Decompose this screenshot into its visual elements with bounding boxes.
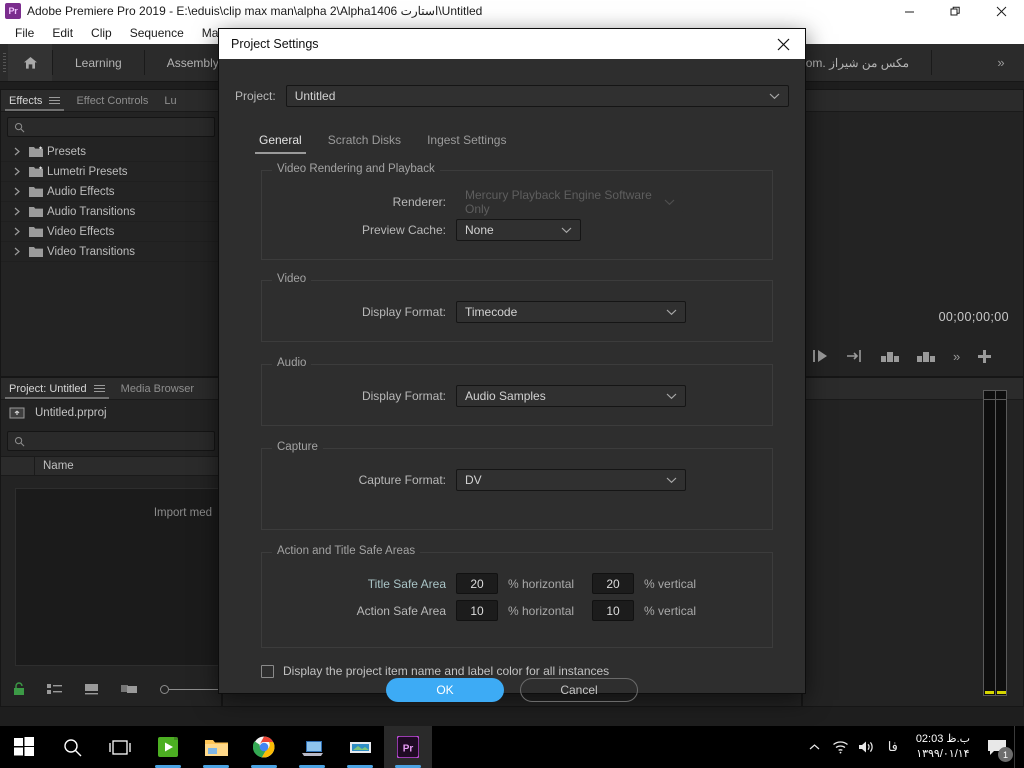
field-label: Preview Cache: bbox=[361, 223, 446, 237]
app-blue-icon[interactable] bbox=[288, 726, 336, 768]
title-safe-horizontal-input[interactable]: 20 bbox=[456, 573, 498, 594]
cancel-button[interactable]: Cancel bbox=[520, 678, 638, 702]
section-safe-areas: Action and Title Safe Areas Title Safe A… bbox=[261, 545, 773, 648]
clock[interactable]: 02:03 ب.ظ ۱۳۹۹/۰۱/۱۴ bbox=[906, 732, 980, 762]
section-legend: Video Rendering and Playback bbox=[272, 163, 440, 175]
clock-time: 02:03 ب.ظ bbox=[915, 733, 970, 746]
dialog-body: Project: Untitled General Scratch Disks … bbox=[219, 59, 805, 678]
media-player-icon[interactable] bbox=[144, 726, 192, 768]
action-safe-vertical-unit: % vertical bbox=[644, 603, 697, 618]
dialog-footer: OK Cancel bbox=[219, 678, 805, 702]
field-label: Capture Format: bbox=[358, 473, 446, 487]
field-audio-display-format: Display Format: Audio Samples bbox=[274, 385, 760, 407]
dialog-title-bar: Project Settings bbox=[219, 29, 805, 59]
chevron-down-icon bbox=[769, 93, 780, 100]
project-settings-dialog: Project Settings Project: Untitled Gener… bbox=[218, 28, 806, 702]
file-explorer-icon[interactable] bbox=[192, 726, 240, 768]
svg-text:Pr: Pr bbox=[403, 744, 414, 755]
audio-display-format-select[interactable]: Audio Samples bbox=[456, 385, 686, 407]
language-indicator[interactable]: فا bbox=[880, 726, 906, 768]
chevron-down-icon bbox=[664, 199, 675, 206]
section-legend: Audio bbox=[272, 357, 312, 369]
project-label: Project: bbox=[235, 89, 276, 103]
section-legend: Action and Title Safe Areas bbox=[272, 545, 421, 557]
premiere-icon[interactable]: Pr bbox=[384, 726, 432, 768]
notification-badge: 1 bbox=[998, 747, 1013, 762]
project-select-value: Untitled bbox=[294, 89, 336, 103]
field-renderer: Renderer: Mercury Playback Engine Softwa… bbox=[274, 188, 760, 216]
search-icon[interactable] bbox=[48, 726, 96, 768]
row-title-safe-area: Title Safe Area 20 % horizontal 20 % ver… bbox=[274, 573, 760, 594]
chevron-up-icon[interactable] bbox=[802, 726, 828, 768]
action-safe-horizontal-unit: % horizontal bbox=[508, 603, 575, 618]
preview-cache-select[interactable]: None bbox=[456, 219, 581, 241]
preview-cache-select-value: None bbox=[465, 223, 494, 237]
section-audio: Audio Display Format: Audio Samples bbox=[261, 357, 773, 426]
app-scanner-icon[interactable] bbox=[336, 726, 384, 768]
tab-ingest-settings[interactable]: Ingest Settings bbox=[417, 129, 516, 154]
renderer-select: Mercury Playback Engine Software Only bbox=[456, 188, 684, 216]
chevron-down-icon bbox=[561, 227, 572, 234]
clock-date: ۱۳۹۹/۰۱/۱۴ bbox=[916, 748, 970, 760]
screen: Pr Adobe Premiere Pro 2019 - E:\eduis\cl… bbox=[0, 0, 1024, 768]
chevron-down-icon bbox=[666, 477, 677, 484]
field-label: Renderer: bbox=[392, 195, 446, 209]
dialog-close-button[interactable] bbox=[769, 31, 797, 57]
capture-format-value: DV bbox=[465, 473, 482, 487]
start-icon[interactable] bbox=[0, 726, 48, 768]
audio-display-format-value: Audio Samples bbox=[465, 389, 546, 403]
renderer-select-value: Mercury Playback Engine Software Only bbox=[465, 188, 652, 216]
dialog-tabs: General Scratch Disks Ingest Settings bbox=[249, 129, 789, 154]
section-capture: Capture Capture Format: DV bbox=[261, 441, 773, 530]
task-view-icon[interactable] bbox=[96, 726, 144, 768]
field-label: Display Format: bbox=[361, 305, 446, 319]
ok-button[interactable]: OK bbox=[386, 678, 504, 702]
action-safe-area-label: Action Safe Area bbox=[356, 603, 446, 618]
field-video-display-format: Display Format: Timecode bbox=[274, 301, 760, 323]
project-select[interactable]: Untitled bbox=[285, 85, 789, 107]
dialog-title: Project Settings bbox=[231, 37, 319, 51]
chrome-icon[interactable] bbox=[240, 726, 288, 768]
tab-scratch-disks[interactable]: Scratch Disks bbox=[318, 129, 411, 154]
title-safe-vertical-unit: % vertical bbox=[644, 576, 697, 591]
field-label: Display Format: bbox=[361, 389, 446, 403]
taskbar: Pr فا 02:03 ب.ظ ۱۳۹۹/۰۱/۱۴ 1 bbox=[0, 726, 1024, 768]
section-video-rendering: Video Rendering and Playback Renderer: M… bbox=[261, 163, 773, 260]
chevron-down-icon bbox=[666, 393, 677, 400]
display-project-item-name-label: Display the project item name and label … bbox=[283, 664, 610, 678]
field-capture-format: Capture Format: DV bbox=[274, 469, 760, 491]
video-display-format-select[interactable]: Timecode bbox=[456, 301, 686, 323]
title-safe-vertical-input[interactable]: 20 bbox=[592, 573, 635, 594]
system-tray: فا 02:03 ب.ظ ۱۳۹۹/۰۱/۱۴ 1 bbox=[802, 726, 1024, 768]
chevron-down-icon bbox=[666, 309, 677, 316]
capture-format-select[interactable]: DV bbox=[456, 469, 686, 491]
title-safe-horizontal-unit: % horizontal bbox=[508, 576, 575, 591]
project-row: Project: Untitled bbox=[235, 85, 789, 107]
show-desktop-button[interactable] bbox=[1014, 726, 1020, 768]
display-project-item-name-checkbox[interactable] bbox=[261, 664, 274, 678]
action-safe-horizontal-input[interactable]: 10 bbox=[456, 600, 498, 621]
modal-overlay: Project Settings Project: Untitled Gener… bbox=[0, 0, 1024, 768]
section-legend: Video bbox=[272, 273, 312, 285]
display-project-item-name-row[interactable]: Display the project item name and label … bbox=[261, 664, 789, 678]
video-display-format-value: Timecode bbox=[465, 305, 518, 319]
notification-center-icon[interactable]: 1 bbox=[980, 726, 1014, 768]
action-safe-vertical-input[interactable]: 10 bbox=[592, 600, 635, 621]
section-video: Video Display Format: Timecode bbox=[261, 273, 773, 342]
tab-general[interactable]: General bbox=[249, 129, 312, 154]
section-legend: Capture bbox=[272, 441, 323, 453]
title-safe-area-label: Title Safe Area bbox=[367, 576, 446, 591]
field-preview-cache: Preview Cache: None bbox=[274, 219, 760, 241]
wifi-icon[interactable] bbox=[828, 726, 854, 768]
row-action-safe-area: Action Safe Area 10 % horizontal 10 % ve… bbox=[274, 600, 760, 621]
speaker-icon[interactable] bbox=[854, 726, 880, 768]
